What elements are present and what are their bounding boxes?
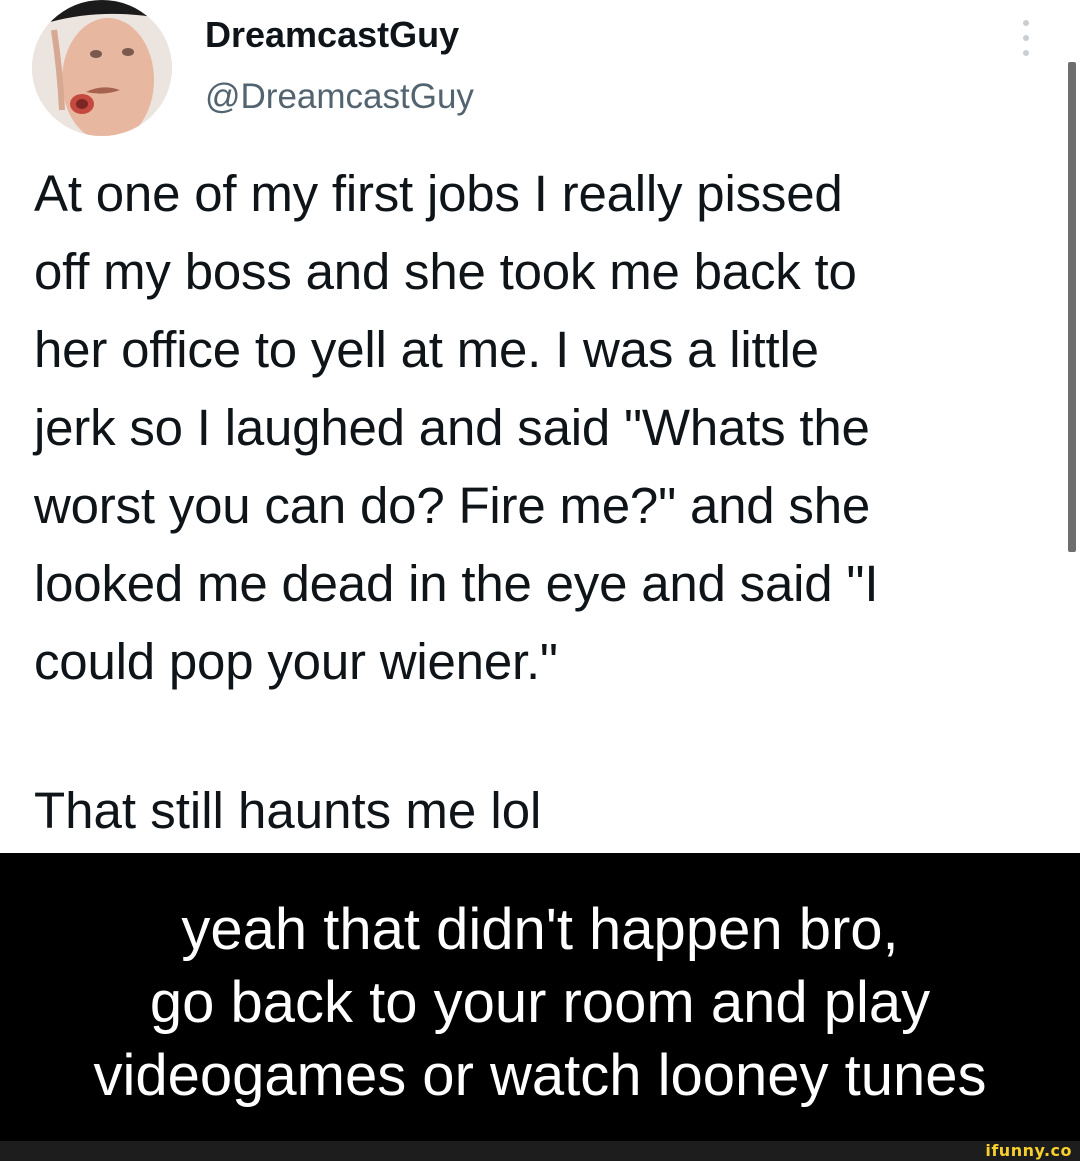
tweet-text-line: could pop your wiener." [34, 633, 558, 690]
user-handle[interactable]: @DreamcastGuy [205, 74, 474, 120]
tweet-second-paragraph: That still haunts me lol [34, 782, 542, 839]
tweet-text-line: worst you can do? Fire me?" and she [34, 477, 871, 534]
watermark-bar: ifunny.co [0, 1141, 1080, 1161]
avatar-image [32, 0, 172, 136]
caption-text: yeah that didn't happen bro, go back to … [0, 893, 1080, 1112]
ifunny-watermark[interactable]: ifunny.co [985, 1141, 1072, 1161]
tweet-text-line: looked me dead in the eye and said "I [34, 555, 879, 612]
caption-line: go back to your room and play [149, 970, 931, 1035]
tweet-text-line: At one of my first jobs I really pissed [34, 165, 843, 222]
scrollbar[interactable] [1068, 62, 1076, 552]
tweet-text-line: off my boss and she took me back to [34, 243, 857, 300]
vertical-ellipsis-icon[interactable] [1012, 16, 1040, 60]
tweet-body: At one of my first jobs I really pissed … [34, 155, 1044, 701]
caption-line: videogames or watch looney tunes [93, 1043, 987, 1108]
tweet-text-line: jerk so I laughed and said "Whats the [34, 399, 870, 456]
display-name[interactable]: DreamcastGuy [205, 12, 459, 58]
meme-page: DreamcastGuy @DreamcastGuy At one of my … [0, 0, 1080, 1161]
caption-panel: yeah that didn't happen bro, go back to … [0, 853, 1080, 1141]
avatar[interactable] [32, 0, 172, 136]
tweet-text-line: her office to yell at me. I was a little [34, 321, 819, 378]
caption-line: yeah that didn't happen bro, [181, 897, 899, 962]
